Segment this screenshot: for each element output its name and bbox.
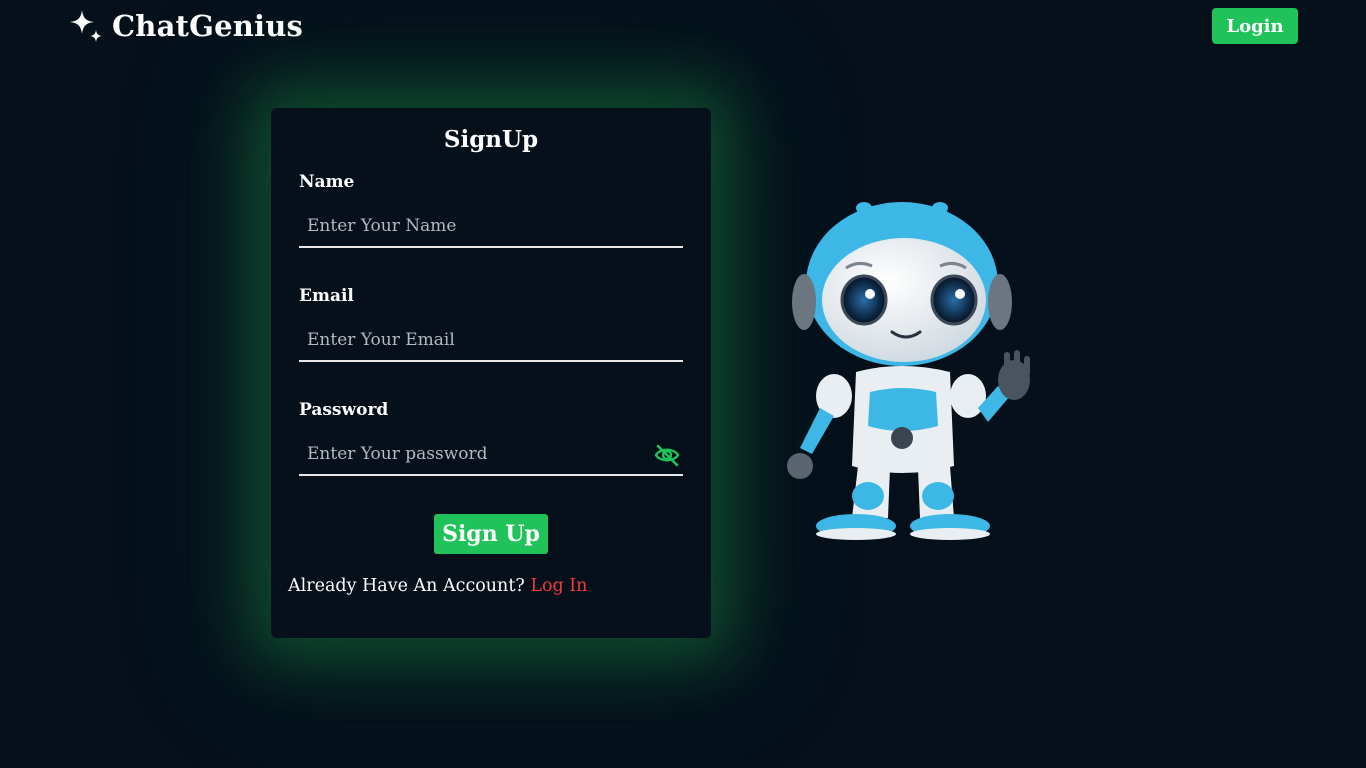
email-input[interactable] — [299, 320, 683, 360]
email-field-wrapper — [299, 320, 683, 362]
login-link[interactable]: Log In — [530, 576, 587, 596]
account-prompt-text: Already Have An Account? — [288, 576, 525, 596]
signup-card: SignUp Name Email Password Sign Up Alrea… — [271, 108, 711, 638]
name-field-wrapper — [299, 206, 683, 248]
signup-title: SignUp — [443, 126, 539, 153]
sparkle-icon — [70, 10, 102, 42]
name-input[interactable] — [299, 206, 683, 246]
password-label: Password — [299, 400, 389, 420]
signup-submit-button[interactable]: Sign Up — [434, 514, 548, 554]
email-label: Email — [299, 286, 354, 306]
eye-off-icon[interactable] — [653, 443, 681, 467]
top-navbar: ChatGenius Login — [0, 0, 1366, 54]
robot-mascot-illustration — [787, 202, 1030, 540]
password-field-wrapper — [299, 434, 683, 476]
brand-name: ChatGenius — [112, 9, 304, 43]
password-input[interactable] — [299, 434, 683, 474]
header-login-button[interactable]: Login — [1212, 8, 1298, 44]
brand-logo[interactable]: ChatGenius — [68, 8, 303, 44]
login-prompt: Already Have An Account? Log In — [288, 576, 587, 596]
name-label: Name — [299, 172, 355, 192]
